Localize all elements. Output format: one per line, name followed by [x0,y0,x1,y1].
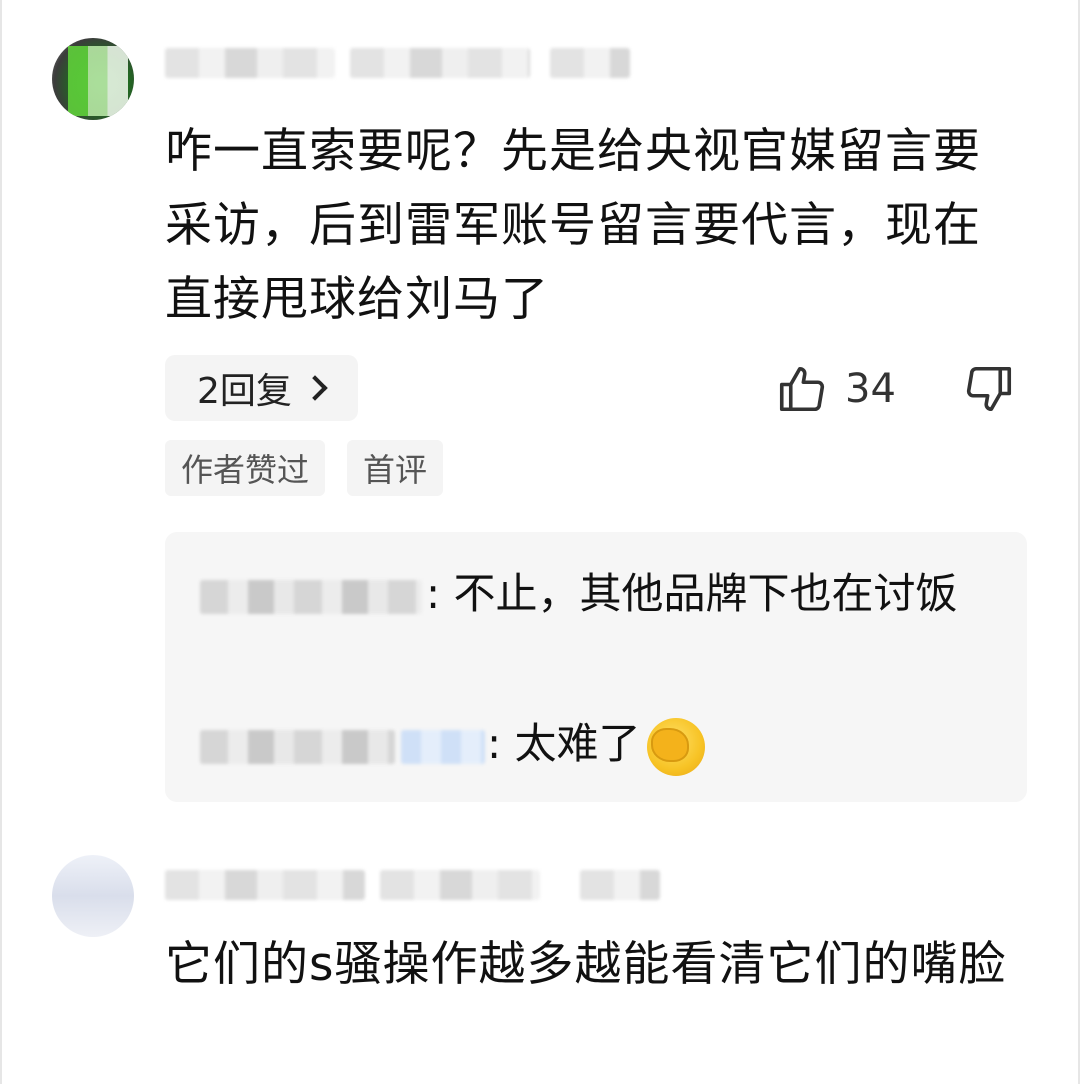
reply-text: 不止，其他品牌下也在讨饭 [453,569,958,618]
replies-preview[interactable]: : 不止，其他品牌下也在讨饭 : 太难了 [165,532,1027,802]
comment-meta-blurred [580,870,660,900]
reply-colon: : [487,719,502,768]
like-count: 34 [845,366,896,412]
avatar[interactable] [52,38,134,120]
comment-meta-blurred [350,48,530,78]
comment-meta-blurred [550,48,630,78]
dislike-button[interactable] [962,362,1016,420]
comment-text: 它们的s骚操作越多越能看清它们的嘴脸 [165,937,1007,992]
username-blurred[interactable] [165,870,365,900]
author-liked-badge: 作者赞过 [165,440,326,496]
chevron-right-icon [302,375,328,401]
comment-text: 咋一直索要呢？先是给央视官媒留言要采访，后到雷军账号留言要代言，现在直接甩球给刘… [165,124,981,327]
reply-item: : 不止，其他品牌下也在讨饭 [200,562,1000,626]
reply-item: : 太难了 [200,712,705,776]
like-button[interactable]: 34 [775,362,896,416]
view-replies-label: 2回复 [197,371,292,412]
username-blurred[interactable] [165,48,335,78]
avatar[interactable] [52,855,134,937]
comment-meta-blurred [380,870,540,900]
facepalm-emoji-icon [646,717,705,776]
view-replies-button[interactable]: 2回复 [165,355,358,421]
reply-username-blurred [401,729,485,764]
reply-colon: : [426,569,441,618]
reply-text: 太难了 [514,719,641,768]
thumbs-down-icon [966,366,1012,412]
first-comment-badge: 首评 [347,440,444,496]
thumbs-up-icon [779,366,825,412]
avatar-mosaic [68,46,128,116]
reply-username-blurred[interactable] [200,729,395,764]
reply-username-blurred[interactable] [200,579,422,614]
